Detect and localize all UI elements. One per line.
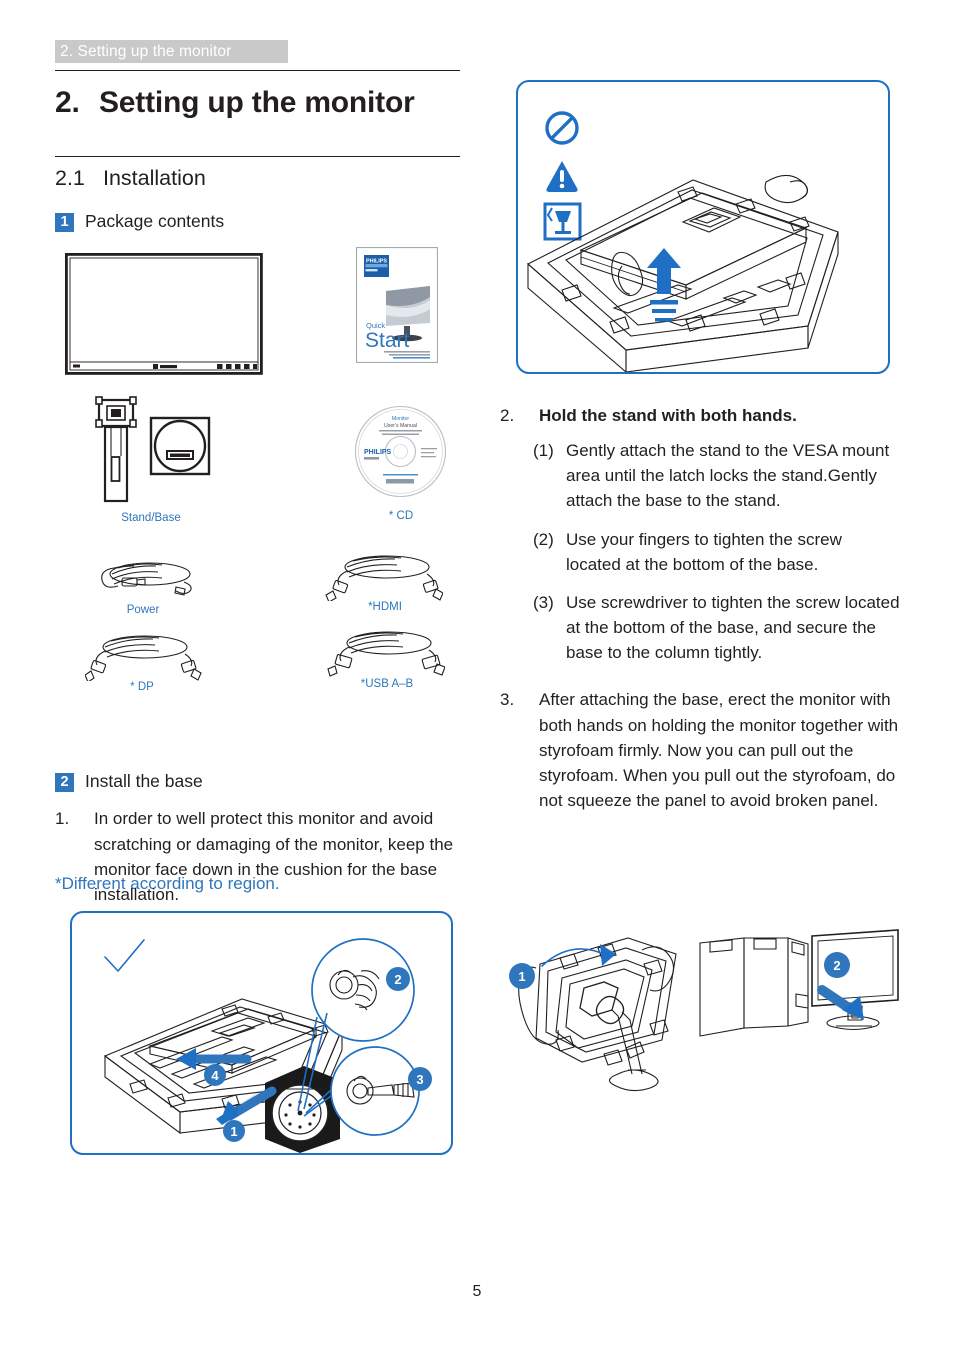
caption-dp: * DP (130, 681, 154, 694)
base-installation-figure: 1 4 2 3 (70, 911, 453, 1155)
right-step-2-marker: 2. (500, 406, 515, 425)
right-step-2-1-text: Gently attach the stand to the VESA moun… (566, 441, 890, 511)
section-number: 2.1 (55, 165, 85, 190)
svg-text:1: 1 (518, 969, 525, 984)
svg-text:Monitor: Monitor (392, 416, 410, 422)
chapter-number: 2. (55, 86, 80, 119)
section-title: Installation (103, 165, 206, 190)
badge-1: 1 (55, 213, 74, 233)
left-step-1-text: In order to well protect this monitor an… (94, 809, 454, 904)
page-number: 5 (472, 1283, 482, 1300)
usb-cable-illustration (327, 626, 445, 678)
svg-text:4: 4 (211, 1068, 219, 1083)
caption-stand-base: Stand/Base (121, 512, 181, 525)
monitor-illustration (65, 253, 263, 376)
right-step-2-3-text: Use screwdriver to tighten the screw loc… (566, 592, 900, 663)
svg-text:3: 3 (416, 1072, 423, 1087)
svg-text:2: 2 (833, 958, 840, 973)
right-step-2-2: (2) Use your fingers to tighten the scre… (533, 527, 900, 577)
power-cable-illustration (88, 554, 198, 604)
caption-cd: * CD (388, 510, 414, 523)
svg-text:1: 1 (230, 1124, 237, 1139)
right-step-2-2-marker: (2) (533, 529, 554, 549)
badge-2: 2 (55, 773, 74, 793)
svg-text:User's Manual: User's Manual (384, 423, 417, 429)
subhead-install-base-label: Install the base (85, 771, 203, 792)
dp-cable-illustration (85, 629, 203, 682)
caption-usb: *USB A–B (360, 678, 414, 691)
right-column: 2. Hold the stand with both hands. (1) G… (500, 78, 900, 813)
subhead-install-base: 2 Install the base (55, 771, 460, 793)
left-column: 2. Setting up the monitor 2.1 Installation… (55, 70, 460, 907)
right-step-3-text: After attaching the base, erect the moni… (539, 690, 899, 811)
left-step-1: 1. In order to well protect this monitor… (55, 806, 460, 907)
right-step-3: 3. After attaching the base, erect the m… (500, 687, 900, 813)
svg-text:PHILIPS: PHILIPS (366, 259, 387, 265)
subhead-package-contents-label: Package contents (85, 211, 225, 232)
erect-monitor-figure: 1 2 (500, 928, 905, 1093)
right-step-2-2-text: Use your fingers to tighten the screw lo… (566, 529, 842, 574)
manual-page: 2. Setting up the monitor 2. Setting up t… (0, 0, 954, 1354)
svg-text:Start: Start (365, 329, 410, 352)
svg-text:PHILIPS: PHILIPS (364, 449, 392, 456)
hdmi-cable-illustration (325, 549, 443, 602)
stand-base-illustration (85, 394, 217, 506)
subhead-package-contents: 1 Package contents (55, 211, 460, 233)
caption-power: Power (126, 604, 160, 617)
right-step-2-1-marker: (1) (533, 441, 554, 461)
svg-text:2: 2 (394, 972, 401, 987)
running-head: 2. Setting up the monitor (55, 40, 288, 63)
right-step-2-3-marker: (3) (533, 592, 554, 612)
chapter-title: Setting up the monitor (99, 86, 415, 119)
right-step-2-1: (1) Gently attach the stand to the VESA … (533, 438, 900, 513)
right-step-3-marker: 3. (500, 690, 515, 710)
section-heading: 2.1 Installation (55, 157, 460, 192)
caption-hdmi: *HDMI (368, 601, 402, 614)
quick-start-guide-illustration: PHILIPS Quick Start (356, 247, 438, 364)
package-contents-grid: PHILIPS Quick Start Stand/Base Monitor U… (55, 244, 460, 893)
right-step-2-3: (3) Use screwdriver to tighten the screw… (533, 590, 900, 665)
cd-illustration: Monitor User's Manual PHILIPS (353, 404, 448, 499)
right-step-2-text: Hold the stand with both hands. (539, 406, 797, 425)
page-title: 2. Setting up the monitor (55, 71, 460, 122)
left-step-1-marker: 1. (55, 809, 70, 829)
right-step-2: 2. Hold the stand with both hands. (500, 403, 900, 428)
